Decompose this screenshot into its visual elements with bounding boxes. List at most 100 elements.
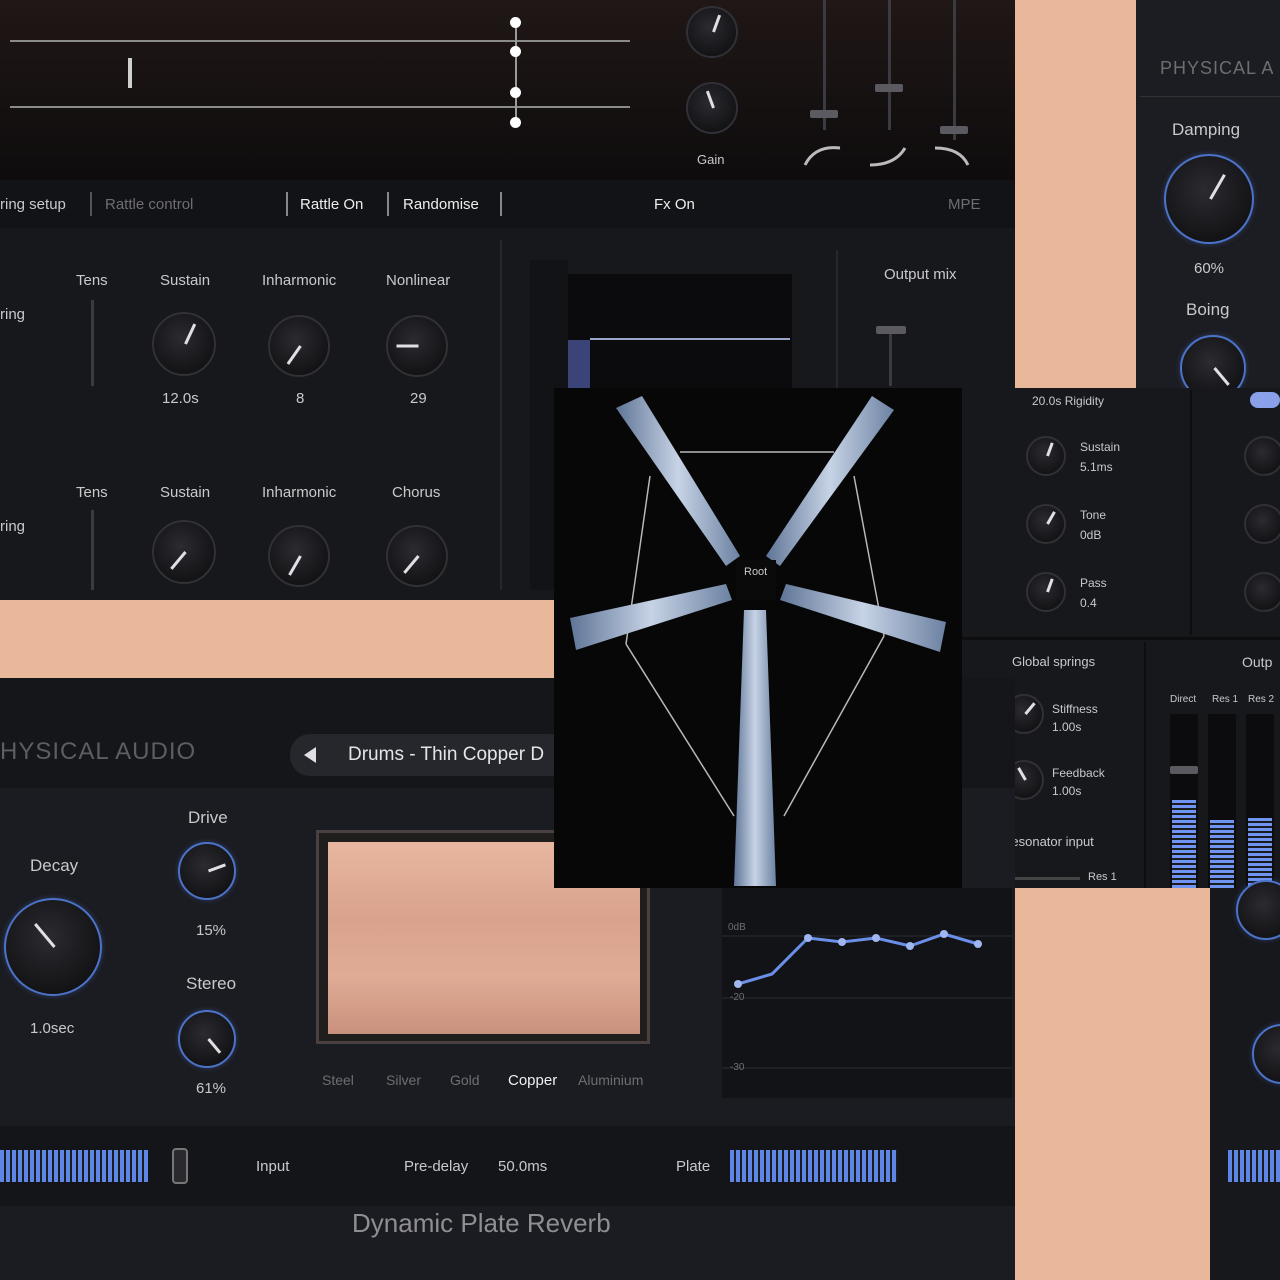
nonlinear-knob-row1[interactable] bbox=[386, 315, 448, 377]
tone-knob-mid[interactable] bbox=[1026, 504, 1066, 544]
global-springs-title: Global springs bbox=[1012, 654, 1096, 669]
feedback-value: 1.00s bbox=[1052, 784, 1082, 798]
sustain-label-row1: Sustain bbox=[160, 272, 211, 289]
feedback-label: Feedback bbox=[1052, 766, 1105, 780]
stereo-knob[interactable] bbox=[178, 1010, 236, 1068]
extra-knob-2[interactable] bbox=[1244, 504, 1280, 544]
input-label: Input bbox=[256, 1158, 290, 1175]
top-fader-cap-3[interactable] bbox=[940, 126, 968, 134]
material-silver[interactable]: Silver bbox=[386, 1072, 421, 1088]
node-root-label: Root bbox=[744, 566, 768, 578]
string-handle-dot[interactable] bbox=[510, 46, 521, 57]
decay-label: Decay bbox=[30, 856, 79, 875]
material-aluminium[interactable]: Aluminium bbox=[578, 1072, 643, 1088]
graph-tick-30: -30 bbox=[730, 1062, 745, 1073]
stiffness-value: 1.00s bbox=[1052, 720, 1082, 734]
tens-label-row2: Tens bbox=[76, 484, 108, 501]
predelay-value[interactable]: 50.0ms bbox=[498, 1158, 547, 1175]
sustain-knob-row1[interactable] bbox=[152, 312, 216, 376]
resonator-input-label: Resonator input bbox=[1002, 834, 1094, 849]
output-meter-res1 bbox=[1210, 820, 1234, 888]
tens-fader-row2[interactable] bbox=[91, 510, 94, 590]
material-steel[interactable]: Steel bbox=[322, 1072, 354, 1088]
overlay-graph-panel bbox=[568, 274, 792, 390]
output-divider bbox=[836, 250, 838, 390]
preset-name: Drums - Thin Copper D bbox=[348, 744, 545, 765]
curve-icons bbox=[803, 146, 970, 167]
tab-rattle-control[interactable]: Rattle control bbox=[105, 196, 193, 213]
input-meter-handle[interactable] bbox=[172, 1148, 188, 1184]
chorus-knob-row2[interactable] bbox=[386, 525, 448, 587]
output-meter-res2 bbox=[1248, 818, 1272, 888]
right-bottom-panel bbox=[1210, 888, 1280, 1280]
peach-block-bottom-right bbox=[1015, 888, 1210, 1280]
sustain-knob-row2[interactable] bbox=[152, 520, 216, 584]
top-fader-track-3 bbox=[953, 0, 956, 140]
damping-value: 60% bbox=[1194, 260, 1225, 277]
output-mix-fader[interactable] bbox=[889, 326, 892, 386]
footer-title: Dynamic Plate Reverb bbox=[352, 1208, 611, 1238]
tab-mpe[interactable]: MPE bbox=[948, 196, 981, 213]
tab-rattle-on[interactable]: Rattle On bbox=[300, 196, 363, 213]
string-handle-dot[interactable] bbox=[510, 17, 521, 28]
string-handle-dot[interactable] bbox=[510, 87, 521, 98]
inharmonic-knob-row1[interactable] bbox=[268, 315, 330, 377]
tab-randomise[interactable]: Randomise bbox=[403, 196, 479, 213]
pass-label-mid: Pass bbox=[1080, 576, 1107, 590]
pass-knob-mid[interactable] bbox=[1026, 572, 1066, 612]
toggle-switch[interactable] bbox=[1250, 392, 1280, 408]
extra-knob-3[interactable] bbox=[1244, 572, 1280, 612]
drive-knob[interactable] bbox=[178, 842, 236, 900]
right-brand-title: PHYSICAL A bbox=[1160, 58, 1275, 78]
string-line-1 bbox=[10, 40, 630, 42]
top-fader-cap-1[interactable] bbox=[810, 110, 838, 118]
predelay-label: Pre-delay bbox=[404, 1158, 469, 1175]
decay-value: 1.0sec bbox=[30, 1020, 75, 1037]
tens-fader-row1[interactable] bbox=[91, 300, 94, 386]
output-col-direct: Direct bbox=[1170, 694, 1197, 705]
damping-knob[interactable] bbox=[1164, 154, 1254, 244]
triangle-left-icon[interactable] bbox=[304, 747, 316, 763]
sustain-value-mid: 5.1ms bbox=[1080, 460, 1113, 474]
side-label-ring-1: ring bbox=[0, 306, 26, 323]
inharmonic-knob-row2[interactable] bbox=[268, 525, 330, 587]
overlay-graph-fill bbox=[568, 340, 590, 390]
node-diagram bbox=[570, 396, 946, 886]
right-mid-v-divider bbox=[1190, 390, 1192, 635]
eq-graph-curve bbox=[722, 930, 1012, 1069]
sustain-label-mid: Sustain bbox=[1080, 440, 1121, 454]
string-marker[interactable] bbox=[128, 58, 132, 88]
output-mix-fader-cap[interactable] bbox=[876, 326, 906, 334]
rigidity-header: 20.0s Rigidity bbox=[1032, 394, 1105, 408]
nonlinear-label-row1: Nonlinear bbox=[386, 272, 451, 289]
tens-label-row1: Tens bbox=[76, 272, 108, 289]
tab-divider bbox=[286, 192, 288, 216]
tab-ring-setup[interactable]: ring setup bbox=[0, 196, 66, 213]
inharmonic-label-row1: Inharmonic bbox=[262, 272, 337, 289]
graph-tick-20: -20 bbox=[730, 992, 745, 1003]
top-fader-cap-2[interactable] bbox=[875, 84, 903, 92]
tone-label-mid: Tone bbox=[1080, 508, 1107, 522]
damping-label: Damping bbox=[1172, 120, 1241, 139]
inharmonic-value-row1: 8 bbox=[296, 390, 305, 407]
sustain-value-row1: 12.0s bbox=[162, 390, 199, 407]
sustain-knob-mid[interactable] bbox=[1026, 436, 1066, 476]
top-fader-track-2 bbox=[888, 0, 891, 130]
material-copper[interactable]: Copper bbox=[508, 1072, 557, 1089]
tab-fx-on[interactable]: Fx On bbox=[654, 196, 695, 213]
string-handle-dot[interactable] bbox=[510, 117, 521, 128]
side-label-ring-2: ring bbox=[0, 518, 26, 535]
overlay-graph-line bbox=[590, 338, 790, 340]
string-line-2 bbox=[10, 106, 630, 108]
plate-label: Plate bbox=[676, 1158, 711, 1175]
extra-knob-1[interactable] bbox=[1244, 436, 1280, 476]
brand-title: HYSICAL AUDIO bbox=[0, 738, 197, 765]
material-gold[interactable]: Gold bbox=[450, 1072, 480, 1088]
gain-knob[interactable] bbox=[686, 82, 738, 134]
right-mid-top-divider bbox=[962, 637, 1280, 640]
pass-value-mid: 0.4 bbox=[1080, 596, 1097, 610]
decay-knob[interactable] bbox=[4, 898, 102, 996]
top-knob-1[interactable] bbox=[686, 6, 738, 58]
output-meter-direct-cap[interactable] bbox=[1170, 766, 1198, 774]
gain-label: Gain bbox=[697, 152, 725, 167]
